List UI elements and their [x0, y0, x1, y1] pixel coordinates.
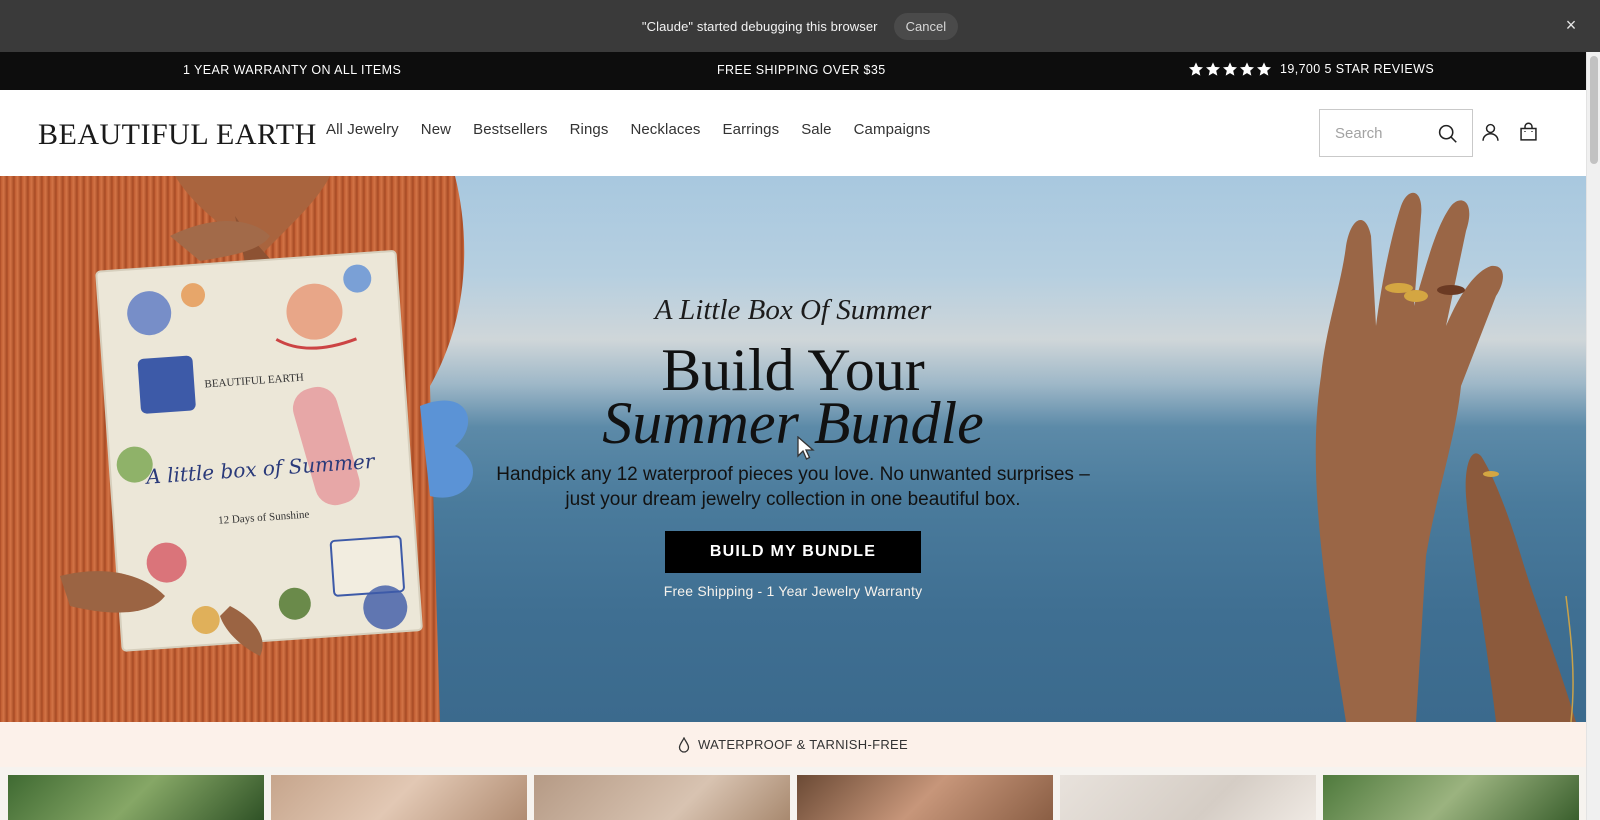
- hero-description: Handpick any 12 waterproof pieces you lo…: [496, 464, 1090, 510]
- nav-item-all-jewelry[interactable]: All Jewelry: [326, 121, 399, 138]
- feature-label: WATERPROOF & TARNISH-FREE: [698, 737, 908, 752]
- brand-logo[interactable]: BEAUTIFUL EARTH: [38, 118, 317, 152]
- nav-item-bestsellers[interactable]: Bestsellers: [473, 121, 547, 138]
- reviews-announcement[interactable]: 19,700 5 STAR REVIEWS: [1188, 61, 1434, 77]
- nav-item-necklaces[interactable]: Necklaces: [630, 121, 700, 138]
- product-tile[interactable]: [271, 775, 527, 820]
- nav-item-earrings[interactable]: Earrings: [723, 121, 780, 138]
- star-icon: [1240, 62, 1254, 76]
- page-scrollbar[interactable]: [1586, 52, 1600, 820]
- debugging-notification-bar: "Claude" started debugging this browser …: [0, 0, 1600, 52]
- search-icon[interactable]: [1437, 123, 1458, 149]
- search-input[interactable]: [1335, 124, 1445, 142]
- cancel-debugging-button[interactable]: Cancel: [893, 12, 959, 40]
- nav-item-new[interactable]: New: [421, 121, 451, 138]
- product-tile[interactable]: [797, 775, 1053, 820]
- hero-content: A Little Box Of Summer Build Your Summer…: [0, 176, 1586, 722]
- star-icon: [1223, 62, 1237, 76]
- main-nav: All Jewelry New Bestsellers Rings Neckla…: [326, 121, 952, 138]
- hero-banner: BEAUTIFUL EARTH A little box of Summer 1…: [0, 176, 1586, 722]
- scrollbar-thumb[interactable]: [1590, 56, 1598, 164]
- shipping-announcement: FREE SHIPPING OVER $35: [717, 63, 886, 77]
- site-header: BEAUTIFUL EARTH All Jewelry New Bestsell…: [0, 90, 1586, 176]
- product-tiles-row: [0, 767, 1586, 820]
- build-my-bundle-button[interactable]: BUILD MY BUNDLE: [665, 531, 921, 573]
- nav-item-sale[interactable]: Sale: [801, 121, 831, 138]
- shopping-bag-icon[interactable]: [1518, 121, 1539, 148]
- water-drop-icon: [678, 736, 690, 753]
- user-icon[interactable]: [1480, 121, 1501, 148]
- nav-item-campaigns[interactable]: Campaigns: [854, 121, 931, 138]
- star-icon: [1189, 62, 1203, 76]
- product-tile[interactable]: [1323, 775, 1579, 820]
- product-tile[interactable]: [1060, 775, 1316, 820]
- star-icon: [1257, 62, 1271, 76]
- product-tile[interactable]: [8, 775, 264, 820]
- hero-subtext: Free Shipping - 1 Year Jewelry Warranty: [663, 583, 923, 599]
- product-tile[interactable]: [534, 775, 790, 820]
- mouse-cursor-icon: [797, 436, 815, 460]
- announcement-bar: 1 YEAR WARRANTY ON ALL ITEMS FREE SHIPPI…: [0, 52, 1586, 90]
- nav-item-rings[interactable]: Rings: [570, 121, 609, 138]
- reviews-count-label: 19,700 5 STAR REVIEWS: [1280, 62, 1435, 76]
- rating-stars: [1188, 61, 1272, 77]
- warranty-announcement: 1 YEAR WARRANTY ON ALL ITEMS: [183, 63, 402, 77]
- close-icon[interactable]: ×: [1562, 16, 1580, 34]
- star-icon: [1206, 62, 1220, 76]
- search-box[interactable]: [1319, 109, 1473, 157]
- hero-title-line-2: Summer Bundle: [602, 390, 984, 456]
- hero-kicker: A Little Box Of Summer: [654, 294, 932, 326]
- feature-strip: WATERPROOF & TARNISH-FREE: [0, 722, 1586, 767]
- debugging-message: "Claude" started debugging this browser: [641, 18, 878, 34]
